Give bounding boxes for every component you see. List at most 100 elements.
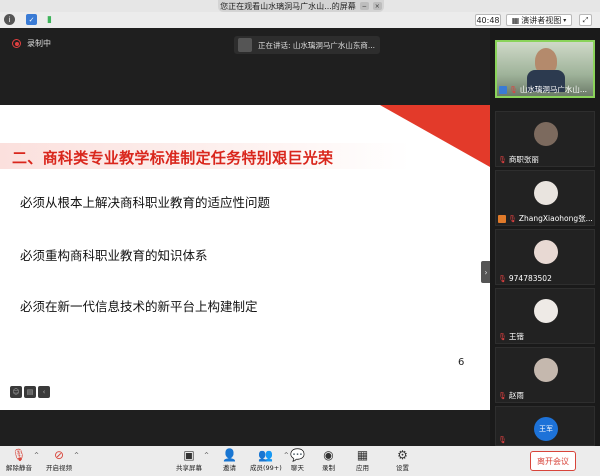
record-dot-icon bbox=[12, 39, 21, 48]
participant-tile[interactable]: 王军 🎙 bbox=[495, 406, 595, 446]
chevron-down-icon: ▾ bbox=[563, 16, 567, 24]
participants-icon: 👥 bbox=[258, 448, 274, 462]
emoji-icon[interactable]: ☺ bbox=[10, 386, 22, 398]
grid-icon: ▦ bbox=[511, 15, 520, 25]
slide-bullet: 必须从根本上解决商科职业教育的适应性问题 bbox=[20, 195, 271, 210]
participant-tile[interactable]: 🎙 山水璃洞马广水山... bbox=[495, 40, 595, 98]
participant-avatar bbox=[534, 181, 558, 205]
speaker-avatar bbox=[238, 38, 252, 52]
slide-page-number: 6 bbox=[458, 357, 465, 368]
chevron-left-icon[interactable]: ‹ bbox=[38, 386, 50, 398]
participant-label: 🎙 商职张丽 bbox=[498, 154, 539, 165]
share-screen-icon: ▣ bbox=[183, 448, 195, 462]
invite-button[interactable]: 👤 邀请 bbox=[222, 448, 237, 472]
participant-label: 🎙 王锴 bbox=[498, 331, 524, 342]
share-screen-button[interactable]: ▣ 共享屏幕 ^ bbox=[176, 448, 209, 472]
apps-button[interactable]: ▦ 应用 bbox=[356, 448, 369, 472]
gear-icon: ⚙ bbox=[397, 448, 408, 462]
apps-icon: ▦ bbox=[356, 448, 369, 462]
record-icon: ◉ bbox=[323, 448, 334, 462]
participant-gallery: 🎙 山水璃洞马广水山... 🎙 商职张丽 🎙 ZhangXiaohong张...… bbox=[490, 28, 600, 446]
view-label: 演讲者视图 bbox=[521, 15, 562, 25]
slide-bullet: 必须重构商科职业教育的知识体系 bbox=[20, 248, 208, 263]
invite-label: 邀请 bbox=[222, 464, 236, 472]
chat-icon: 💬 bbox=[290, 448, 305, 462]
slide-heading: 二、商科类专业教学标准制定任务特别艰巨光荣 bbox=[12, 149, 334, 167]
chevron-up-icon[interactable]: ^ bbox=[34, 452, 39, 459]
add-user-icon: 👤 bbox=[222, 448, 237, 462]
participant-name: 商职张丽 bbox=[508, 155, 539, 164]
participant-tile[interactable]: 🎙 974783502 bbox=[495, 229, 595, 285]
info-icon[interactable]: i bbox=[4, 14, 15, 25]
meeting-timer: 40:48 bbox=[475, 14, 501, 26]
close-icon[interactable]: × bbox=[372, 2, 382, 10]
participant-avatar: 王军 bbox=[534, 417, 558, 441]
participant-name: ZhangXiaohong张... bbox=[518, 214, 593, 223]
window-titlebar: 您正在观看山水璃洞马广水山...的屏幕 − × bbox=[0, 0, 600, 12]
mic-muted-icon: 🎙 bbox=[498, 391, 507, 400]
mic-muted-icon: 🎙 bbox=[498, 155, 507, 164]
participant-label: 🎙 赵雨 bbox=[498, 390, 524, 401]
chevron-up-icon[interactable]: ^ bbox=[74, 452, 79, 459]
mic-icon: 🎙 bbox=[509, 85, 518, 94]
mic-muted-icon: 🎙 bbox=[508, 214, 517, 223]
start-video-label: 开启视频 bbox=[46, 464, 72, 472]
active-speaker-banner: 正在讲话: 山水璃洞马广水山东商... bbox=[234, 36, 380, 54]
chat-label: 聊天 bbox=[290, 464, 304, 472]
mic-muted-icon: 🎙 bbox=[498, 274, 507, 283]
participant-label: 🎙 山水璃洞马广水山... bbox=[499, 84, 587, 95]
chevron-up-icon[interactable]: ^ bbox=[284, 452, 289, 459]
unmute-button[interactable]: 🎙 解除静音 ^ bbox=[6, 448, 39, 472]
participant-label: 🎙 974783502 bbox=[498, 274, 552, 283]
chevron-up-icon[interactable]: ^ bbox=[204, 452, 209, 459]
speaking-label: 正在讲话: 山水璃洞马广水山东商... bbox=[258, 40, 376, 50]
screen-share-area: 录制中 正在讲话: 山水璃洞马广水山东商... 二、商科类专业教学标准制定任务特… bbox=[0, 28, 491, 446]
presentation-slide: 二、商科类专业教学标准制定任务特别艰巨光荣 必须从根本上解决商科职业教育的适应性… bbox=[0, 105, 490, 410]
fullscreen-button[interactable]: ⤢ bbox=[579, 14, 592, 26]
user-icon bbox=[499, 85, 507, 94]
participants-label: 成员(99+) bbox=[250, 464, 282, 472]
fullscreen-icon: ⤢ bbox=[582, 15, 589, 24]
annotation-controls: ☺ ▤ ‹ bbox=[10, 386, 50, 398]
participant-avatar bbox=[534, 358, 558, 382]
mic-muted-icon: 🎙 bbox=[498, 436, 507, 444]
participant-avatar bbox=[534, 240, 558, 264]
record-button[interactable]: ◉ 录制 bbox=[322, 448, 335, 472]
shield-icon[interactable]: ✓ bbox=[26, 14, 37, 25]
participant-label: 🎙 bbox=[498, 436, 509, 444]
participant-name: 王锴 bbox=[508, 332, 524, 341]
minimize-icon[interactable]: − bbox=[359, 2, 369, 10]
unmute-label: 解除静音 bbox=[6, 464, 32, 472]
meeting-top-bar: i ✓ ▮ 40:48 ▦ 演讲者视图 ▾ ⤢ bbox=[0, 12, 600, 28]
participant-tile[interactable]: 🎙 赵雨 bbox=[495, 347, 595, 403]
record-label: 录制 bbox=[322, 464, 335, 472]
participant-label: 🎙 ZhangXiaohong张... bbox=[498, 213, 593, 224]
recording-indicator[interactable]: 录制中 bbox=[12, 38, 51, 49]
leave-meeting-button[interactable]: 离开会议 bbox=[530, 451, 576, 471]
participant-avatar bbox=[534, 122, 558, 146]
participants-button[interactable]: 👥 成员(99+) ^ bbox=[250, 448, 289, 472]
start-video-button[interactable]: ⊘ 开启视频 ^ bbox=[46, 448, 79, 472]
participant-tile[interactable]: 🎙 王锴 bbox=[495, 288, 595, 344]
participant-tile[interactable]: 🎙 ZhangXiaohong张... bbox=[495, 170, 595, 226]
video-off-icon: ⊘ bbox=[53, 448, 65, 462]
apps-label: 应用 bbox=[356, 464, 369, 472]
user-icon bbox=[498, 214, 506, 223]
view-selector[interactable]: ▦ 演讲者视图 ▾ bbox=[506, 14, 572, 26]
signal-icon[interactable]: ▮ bbox=[44, 14, 55, 25]
chat-button[interactable]: 💬 聊天 bbox=[290, 448, 305, 472]
settings-label: 设置 bbox=[396, 464, 409, 472]
participant-name: 山水璃洞马广水山... bbox=[519, 85, 588, 94]
mic-muted-icon: 🎙 bbox=[498, 332, 507, 341]
window-title: 您正在观看山水璃洞马广水山...的屏幕 bbox=[220, 1, 356, 11]
slide-bullet: 必须在新一代信息技术的新平台上构建制定 bbox=[20, 299, 258, 314]
settings-button[interactable]: ⚙ 设置 bbox=[396, 448, 409, 472]
mic-muted-icon: 🎙 bbox=[11, 448, 27, 462]
recording-label: 录制中 bbox=[27, 39, 51, 48]
keyboard-icon[interactable]: ▤ bbox=[24, 386, 36, 398]
participant-name: 赵雨 bbox=[508, 391, 524, 400]
share-screen-label: 共享屏幕 bbox=[176, 464, 202, 472]
window-title-tab[interactable]: 您正在观看山水璃洞马广水山...的屏幕 − × bbox=[218, 0, 384, 12]
chevron-right-icon: › bbox=[484, 267, 488, 277]
participant-tile[interactable]: 🎙 商职张丽 bbox=[495, 111, 595, 167]
